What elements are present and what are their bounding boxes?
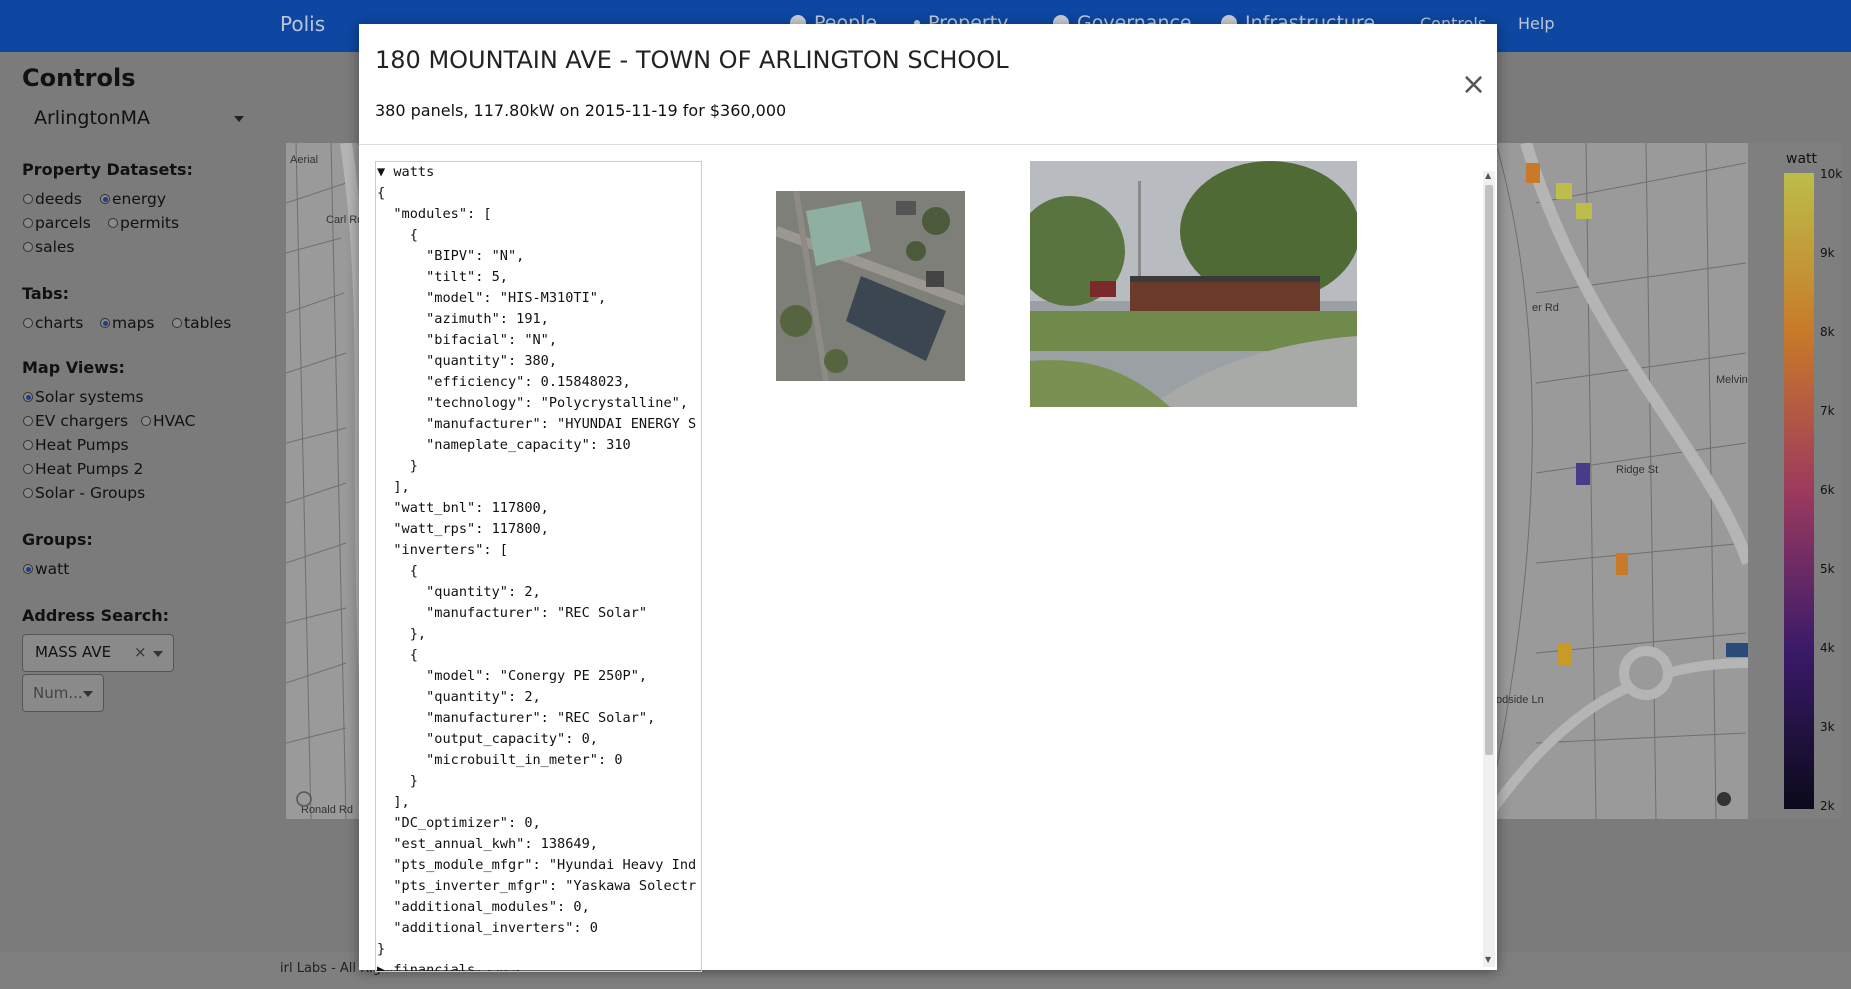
- address-search-heading: Address Search:: [22, 606, 169, 625]
- legend-tick: 7k: [1820, 404, 1835, 418]
- modal-scrollbar[interactable]: ▲ ▼: [1483, 171, 1495, 967]
- solar-parcel[interactable]: [1576, 203, 1592, 219]
- radio-energy[interactable]: energy: [100, 190, 166, 208]
- legend-color-bar: [1784, 173, 1814, 809]
- street-label: Ronald Rd: [301, 804, 353, 816]
- legend-label: watt: [1786, 151, 1818, 167]
- json-summary-financials[interactable]: ▶ financials: [376, 960, 701, 971]
- radio-heat-pumps-2[interactable]: Heat Pumps 2: [23, 460, 143, 478]
- radio-parcels[interactable]: parcels: [23, 214, 91, 232]
- radio-sales[interactable]: sales: [23, 238, 75, 256]
- solar-parcel[interactable]: [1576, 463, 1590, 485]
- info-icon[interactable]: [1717, 792, 1731, 806]
- street-label: er Rd: [1532, 302, 1559, 314]
- radio-icon[interactable]: [23, 488, 33, 498]
- solar-parcel[interactable]: [1556, 183, 1572, 199]
- radio-solar-systems[interactable]: Solar systems: [23, 388, 144, 406]
- chevron-down-icon[interactable]: [153, 651, 163, 657]
- map-views-heading: Map Views:: [22, 358, 125, 377]
- solar-parcel[interactable]: [1726, 643, 1748, 657]
- scrollbar-thumb[interactable]: [1485, 185, 1493, 755]
- radio-icon[interactable]: [23, 440, 33, 450]
- legend-tick: 3k: [1820, 720, 1835, 734]
- number-placeholder: Num...: [33, 684, 83, 702]
- radio-icon[interactable]: [100, 318, 110, 328]
- street-label: Carl Rd: [326, 214, 363, 226]
- chevron-down-icon[interactable]: [83, 691, 93, 697]
- modal-title: 180 MOUNTAIN AVE - TOWN OF ARLINGTON SCH…: [375, 46, 1009, 74]
- radio-solar-groups[interactable]: Solar - Groups: [23, 484, 145, 502]
- chevron-down-icon[interactable]: [234, 116, 244, 122]
- brand-logo[interactable]: Polis: [280, 12, 325, 36]
- radio-icon[interactable]: [108, 218, 118, 228]
- solar-parcel[interactable]: [1558, 643, 1572, 665]
- radio-icon[interactable]: [23, 416, 33, 426]
- radio-icon[interactable]: [141, 416, 151, 426]
- radio-icon[interactable]: [23, 392, 33, 402]
- scroll-up-icon[interactable]: ▲: [1485, 171, 1491, 180]
- json-viewer[interactable]: ▼ watts { "modules": [ { "BIPV": "N", "t…: [375, 161, 702, 972]
- radio-permits[interactable]: permits: [108, 214, 179, 232]
- legend-tick: 6k: [1820, 483, 1835, 497]
- sidebar-title: Controls: [22, 64, 136, 92]
- street-select[interactable]: MASS AVE ×: [22, 634, 174, 672]
- street-label: Aerial: [290, 154, 318, 166]
- legend-tick: 8k: [1820, 325, 1835, 339]
- radio-tables[interactable]: tables: [172, 314, 231, 332]
- solar-parcel[interactable]: [1526, 163, 1540, 183]
- solar-parcel[interactable]: [1616, 553, 1628, 575]
- legend-tick: 4k: [1820, 641, 1835, 655]
- street-label: Ridge St: [1616, 464, 1658, 476]
- legend-tick: 10k: [1820, 167, 1843, 181]
- radio-icon[interactable]: [23, 218, 33, 228]
- modal-subtitle: 380 panels, 117.80kW on 2015-11-19 for $…: [375, 101, 787, 120]
- radio-icon[interactable]: [23, 318, 33, 328]
- groups-heading: Groups:: [22, 530, 93, 549]
- radio-icon[interactable]: [172, 318, 182, 328]
- radio-icon[interactable]: [100, 194, 110, 204]
- radio-charts[interactable]: charts: [23, 314, 83, 332]
- radio-deeds[interactable]: deeds: [23, 190, 82, 208]
- aerial-photo: [776, 191, 965, 381]
- legend-tick: 9k: [1820, 246, 1835, 260]
- radio-icon[interactable]: [23, 564, 33, 574]
- property-datasets-heading: Property Datasets:: [22, 160, 193, 179]
- street-value: MASS AVE: [35, 643, 112, 661]
- controls-sidebar: Controls ArlingtonMA Property Datasets: …: [0, 52, 278, 952]
- street-label: Melvin Rd: [1716, 374, 1748, 386]
- scroll-down-icon[interactable]: ▼: [1485, 955, 1491, 964]
- radio-icon[interactable]: [23, 194, 33, 204]
- radio-ev-chargers[interactable]: EV chargers: [23, 412, 128, 430]
- clear-icon[interactable]: ×: [134, 643, 147, 661]
- city-select[interactable]: ArlingtonMA: [34, 107, 150, 129]
- number-select[interactable]: Num...: [22, 674, 104, 712]
- street-label: odside Ln: [1496, 694, 1544, 706]
- color-legend: watt 10k 9k 8k 7k 6k 5k 4k 3k 2k: [1748, 143, 1843, 819]
- nav-help[interactable]: Help: [1518, 14, 1554, 33]
- property-detail-modal: 180 MOUNTAIN AVE - TOWN OF ARLINGTON SCH…: [359, 24, 1497, 972]
- street-view-photo: [1030, 161, 1357, 407]
- legend-tick: 5k: [1820, 562, 1835, 576]
- radio-hvac[interactable]: HVAC: [141, 412, 195, 430]
- radio-heat-pumps[interactable]: Heat Pumps: [23, 436, 129, 454]
- close-icon[interactable]: ×: [1461, 70, 1486, 100]
- radio-icon[interactable]: [23, 464, 33, 474]
- json-summary-watts[interactable]: ▼ watts: [376, 162, 701, 183]
- radio-maps[interactable]: maps: [100, 314, 155, 332]
- json-content: { "modules": [ { "BIPV": "N", "tilt": 5,…: [377, 185, 697, 957]
- tabs-heading: Tabs:: [22, 284, 70, 303]
- legend-tick: 2k: [1820, 799, 1835, 813]
- modal-divider: [359, 144, 1497, 145]
- radio-watt[interactable]: watt: [23, 560, 69, 578]
- radio-icon[interactable]: [23, 242, 33, 252]
